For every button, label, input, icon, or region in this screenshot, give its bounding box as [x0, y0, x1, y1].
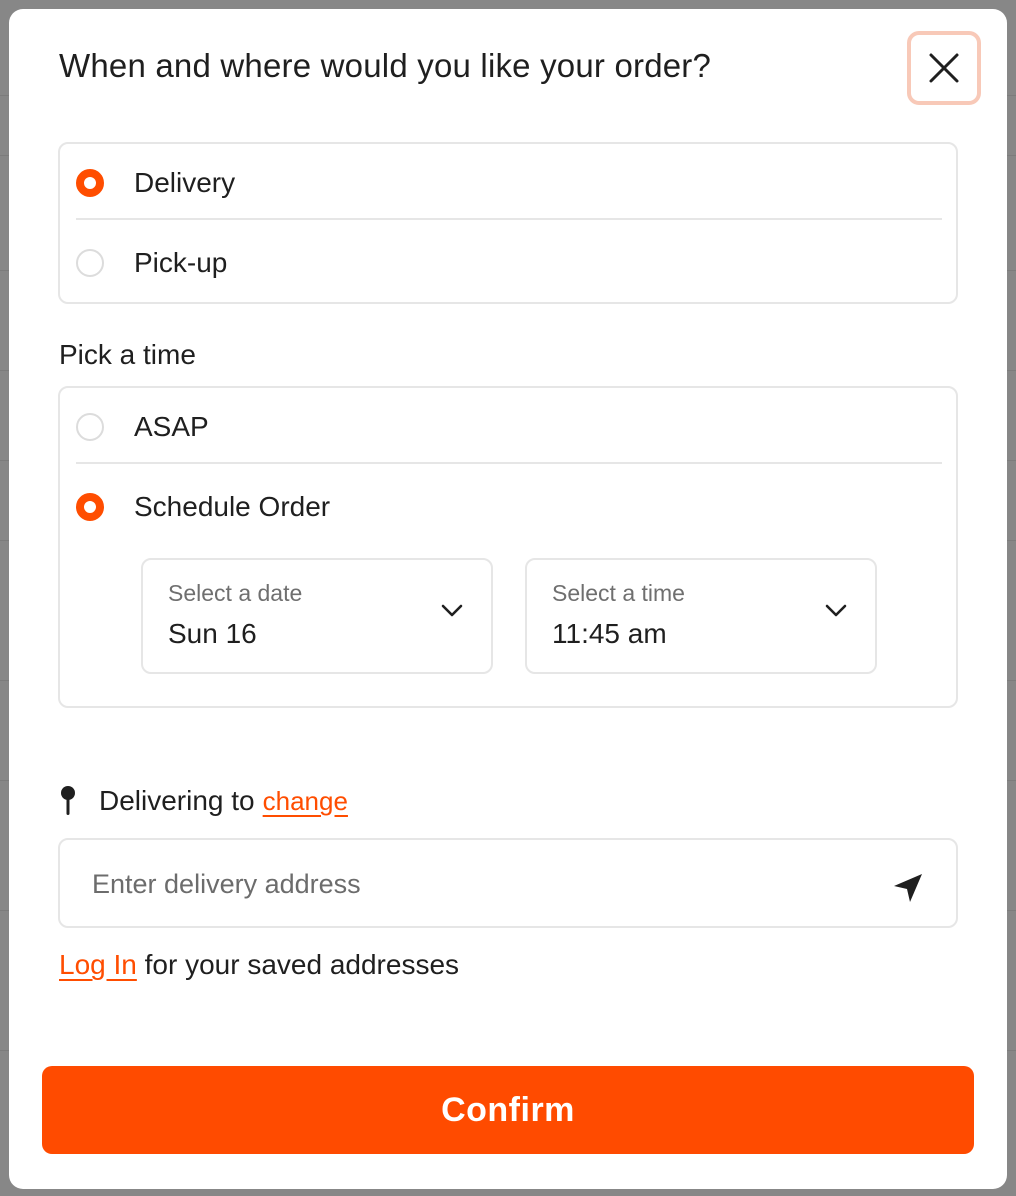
delivery-address-input[interactable] — [92, 862, 852, 906]
time-select[interactable]: Select a time 11:45 am — [525, 558, 877, 674]
time-group: ASAP Schedule Order Select a date Sun 16… — [58, 386, 958, 708]
option-pickup[interactable]: Pick-up — [76, 228, 942, 298]
map-pin-icon — [61, 786, 75, 815]
delivering-to-row: Delivering to change — [59, 781, 348, 821]
date-select-label: Select a date — [168, 580, 303, 606]
delivering-to-label: Delivering to — [99, 785, 255, 816]
pickup-radio[interactable] — [76, 249, 104, 277]
chevron-down-icon — [441, 604, 463, 617]
address-field[interactable] — [58, 838, 958, 928]
date-select[interactable]: Select a date Sun 16 — [141, 558, 493, 674]
option-label: Pick-up — [134, 247, 228, 278]
order-type-group: Delivery Pick-up — [58, 142, 958, 304]
pick-time-heading: Pick a time — [59, 339, 196, 370]
time-select-label: Select a time — [552, 580, 685, 606]
confirm-button[interactable]: Confirm — [42, 1066, 974, 1154]
schedule-radio[interactable] — [76, 493, 104, 521]
login-link[interactable]: Log In — [59, 949, 137, 980]
login-prompt: Log In for your saved addresses — [59, 949, 459, 981]
dialog-title: When and where would you like your order… — [59, 47, 712, 84]
login-prompt-text: for your saved addresses — [144, 949, 460, 980]
option-asap[interactable]: ASAP — [76, 392, 942, 462]
close-button[interactable] — [907, 31, 981, 105]
location-arrow-icon[interactable] — [888, 868, 928, 908]
option-label: Schedule Order — [134, 491, 331, 522]
divider — [76, 218, 942, 220]
order-options-dialog: When and where would you like your order… — [9, 9, 1007, 1189]
option-label: Delivery — [134, 167, 236, 198]
option-schedule-order[interactable]: Schedule Order — [76, 472, 942, 542]
divider — [76, 462, 942, 464]
asap-radio[interactable] — [76, 413, 104, 441]
option-label: ASAP — [134, 411, 209, 442]
delivery-radio[interactable] — [76, 169, 104, 197]
close-icon — [929, 53, 959, 83]
option-delivery[interactable]: Delivery — [76, 148, 942, 218]
chevron-down-icon — [825, 604, 847, 617]
change-address-link[interactable]: change — [263, 786, 348, 817]
time-select-value: 11:45 am — [552, 618, 667, 649]
date-select-value: Sun 16 — [168, 618, 257, 649]
